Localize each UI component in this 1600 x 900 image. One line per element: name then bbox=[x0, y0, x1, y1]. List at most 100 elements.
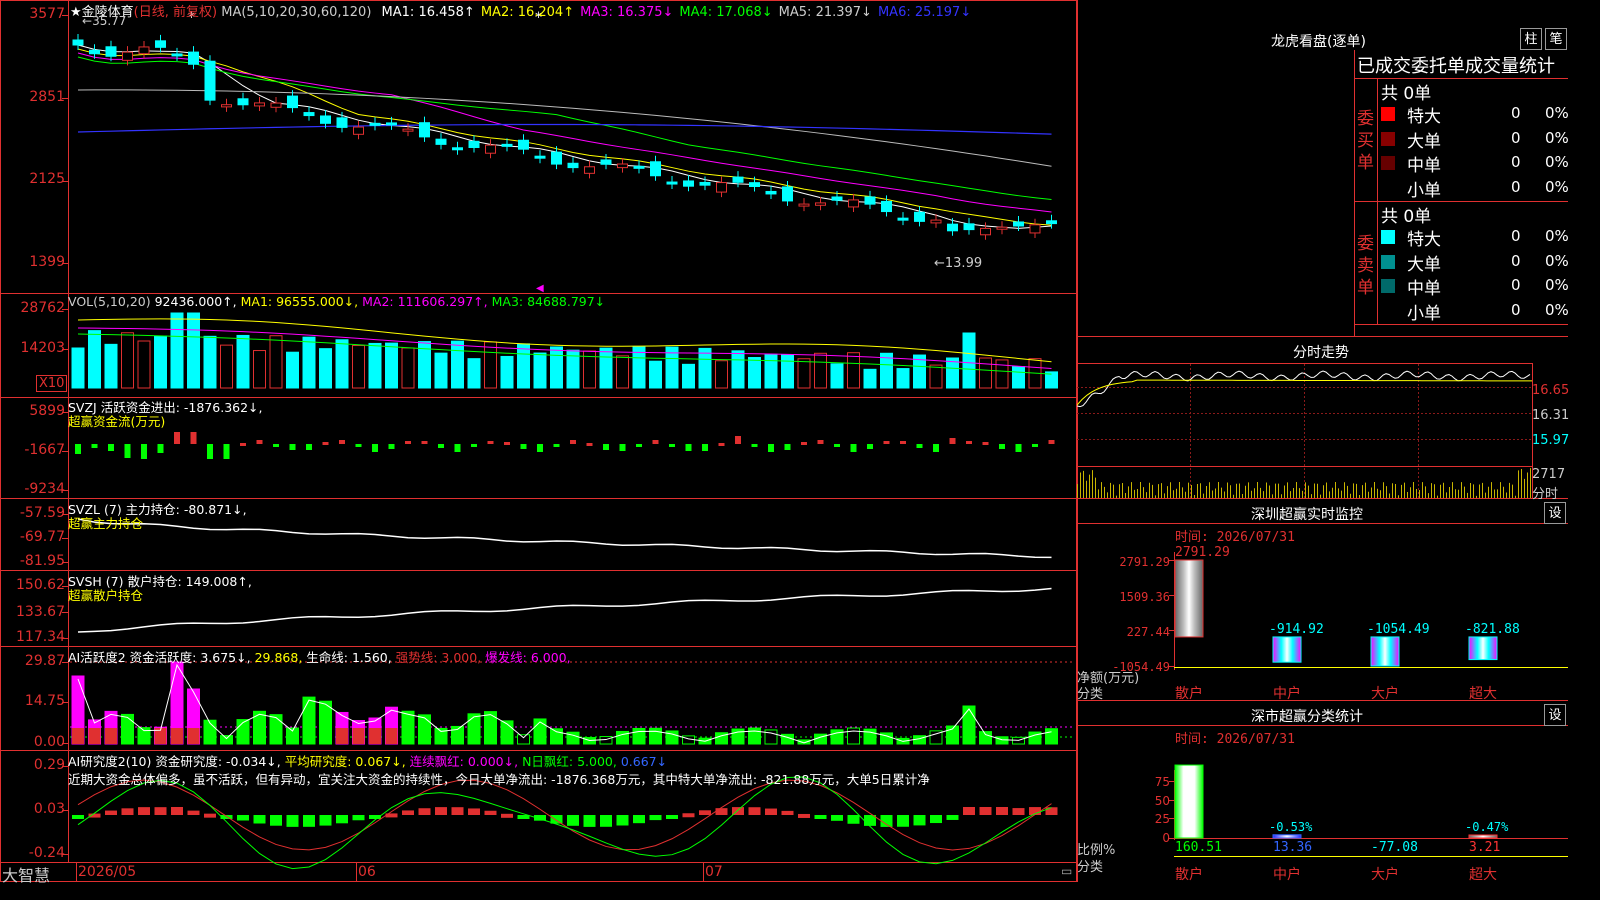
intraday-title: 分时走势 bbox=[1293, 345, 1349, 361]
price-axis-4: 1399 bbox=[29, 254, 65, 270]
ai1-bar-base-6 bbox=[171, 728, 183, 744]
vol-bar-55 bbox=[979, 357, 992, 389]
svzj-bar-34 bbox=[636, 444, 642, 447]
vol-unit: X10 bbox=[36, 375, 68, 392]
buy-name-0: 特大 bbox=[1407, 107, 1441, 127]
svzj-bar-38 bbox=[702, 444, 708, 451]
ai2-bar-13 bbox=[286, 815, 299, 827]
svzj-bar-59 bbox=[1048, 440, 1055, 444]
candle-52 bbox=[930, 219, 942, 224]
vol-bar-42 bbox=[764, 353, 778, 389]
main-header: ★金陵体育(日线, 前复权) MA(5,10,20,30,60,120) MA1… bbox=[70, 1, 971, 20]
vol-bar-39 bbox=[715, 360, 728, 389]
candle-43 bbox=[782, 186, 793, 202]
candle-12 bbox=[270, 102, 282, 108]
ai2-bar-41 bbox=[748, 807, 761, 815]
buy-pct-2: 0% bbox=[1545, 153, 1569, 171]
candle-37 bbox=[683, 180, 694, 187]
ai1-bar-47 bbox=[847, 727, 860, 745]
classify-bar-label-1: -0.53% bbox=[1269, 819, 1313, 834]
period-label[interactable]: (日线, 前复权) bbox=[134, 5, 217, 20]
monitor-bar-3 bbox=[1468, 636, 1498, 661]
classify-settings-button[interactable]: 设 bbox=[1544, 704, 1566, 726]
svzj-bar-0 bbox=[75, 444, 81, 454]
vol-bar-10 bbox=[236, 334, 250, 389]
monitor-bar-2 bbox=[1370, 636, 1400, 667]
svzj-bar-53 bbox=[949, 438, 956, 444]
ai2-bar-15 bbox=[319, 815, 332, 826]
ai1-bar-54 bbox=[962, 705, 976, 745]
ai1-bar-29 bbox=[550, 728, 563, 745]
vol-bar-48 bbox=[863, 368, 877, 389]
vol-bar-44 bbox=[797, 358, 811, 389]
sell-pct-1: 0% bbox=[1545, 251, 1569, 270]
ai2-bar-42 bbox=[765, 808, 777, 815]
sell-pct-0: 0% bbox=[1545, 227, 1569, 245]
buy-total: 共 0单 bbox=[1381, 84, 1432, 104]
vol-bar-28 bbox=[533, 352, 547, 389]
svzj-bar-8 bbox=[207, 444, 213, 459]
buy-pct-0: 0% bbox=[1545, 104, 1569, 122]
vol-bar-24 bbox=[467, 358, 481, 389]
svzj-bar-41 bbox=[751, 444, 758, 447]
chart-area[interactable]: * * ◀ ★金陵体育(日线, 前复权) MA(5,10,20,30,60,120)… bbox=[0, 0, 1077, 885]
ai2-avg-line bbox=[77, 779, 1052, 851]
ai1-bar-base-19 bbox=[385, 728, 398, 744]
ai1-bar-3 bbox=[121, 713, 134, 745]
lock-icon[interactable]: ▭ bbox=[1061, 864, 1072, 878]
candle-19 bbox=[386, 122, 397, 126]
candle-14 bbox=[303, 112, 315, 117]
svzj-bar-32 bbox=[603, 444, 609, 450]
classify-bar-3 bbox=[1468, 834, 1498, 839]
tick-mode-button[interactable]: 笔 bbox=[1545, 28, 1567, 50]
candle-40 bbox=[732, 176, 744, 183]
sell-name-3: 小单 bbox=[1407, 303, 1441, 324]
svzj-bar-11 bbox=[256, 440, 263, 444]
vol-bar-43 bbox=[781, 354, 794, 389]
candle-20 bbox=[402, 128, 414, 132]
svzj-bar-37 bbox=[685, 444, 692, 451]
classify-val-2: -77.08 bbox=[1371, 840, 1418, 855]
sell-val-2: 0 bbox=[1511, 276, 1521, 294]
svzj-bar-4 bbox=[141, 444, 147, 459]
vol-bar-18 bbox=[368, 342, 382, 389]
sell-swatch-2 bbox=[1381, 279, 1395, 293]
svzl-sub: 超赢主力持仓 bbox=[68, 516, 144, 531]
buy-val-0: 0 bbox=[1511, 104, 1521, 122]
buy-swatch-1 bbox=[1381, 131, 1395, 146]
ai2-bar-30 bbox=[567, 815, 579, 826]
marker-arrow: ◀ bbox=[536, 283, 544, 294]
candle-46 bbox=[831, 196, 843, 201]
monitor-bar-1 bbox=[1272, 636, 1302, 663]
candle-34 bbox=[633, 165, 645, 169]
vol-bar-17 bbox=[352, 345, 365, 389]
vol-bar-32 bbox=[599, 347, 613, 389]
ai1-bar-12 bbox=[269, 714, 283, 745]
intraday-axis-2: 16.31 bbox=[1532, 408, 1570, 423]
svzj-bar-47 bbox=[850, 444, 857, 452]
candle-31 bbox=[584, 166, 595, 174]
low-note: ←13.99 bbox=[934, 256, 983, 271]
svzj-bar-49 bbox=[883, 441, 890, 444]
candle-54 bbox=[963, 223, 975, 231]
buy-val-2: 0 bbox=[1511, 153, 1521, 171]
ai2-bar-43 bbox=[781, 810, 794, 815]
svzj-bar-30 bbox=[570, 440, 576, 444]
vol-bar-56 bbox=[995, 359, 1009, 389]
bar-mode-button[interactable]: 柱 bbox=[1520, 28, 1542, 50]
classify-val-3: 3.21 bbox=[1469, 840, 1501, 855]
main-chart-svg[interactable]: * *◀ bbox=[0, 0, 1077, 882]
ai2-bar-20 bbox=[402, 810, 414, 815]
monitor-bar-label-0: 2791.29 bbox=[1175, 545, 1230, 560]
ai2-bar-49 bbox=[880, 815, 893, 827]
classify-bar-0 bbox=[1174, 764, 1204, 839]
svzj-bar-45 bbox=[817, 440, 824, 444]
candle-38 bbox=[699, 181, 711, 186]
ai1-bar-9 bbox=[220, 735, 233, 745]
sell-name-2: 中单 bbox=[1407, 279, 1441, 299]
ma-prefix: MA(5,10,20,30,60,120) bbox=[221, 5, 372, 20]
ai1-axis-1: 29.87 bbox=[24, 653, 65, 669]
sell-pct-3: 0% bbox=[1545, 300, 1569, 319]
svzj-bar-39 bbox=[718, 443, 725, 446]
monitor-settings-button[interactable]: 设 bbox=[1544, 502, 1566, 524]
